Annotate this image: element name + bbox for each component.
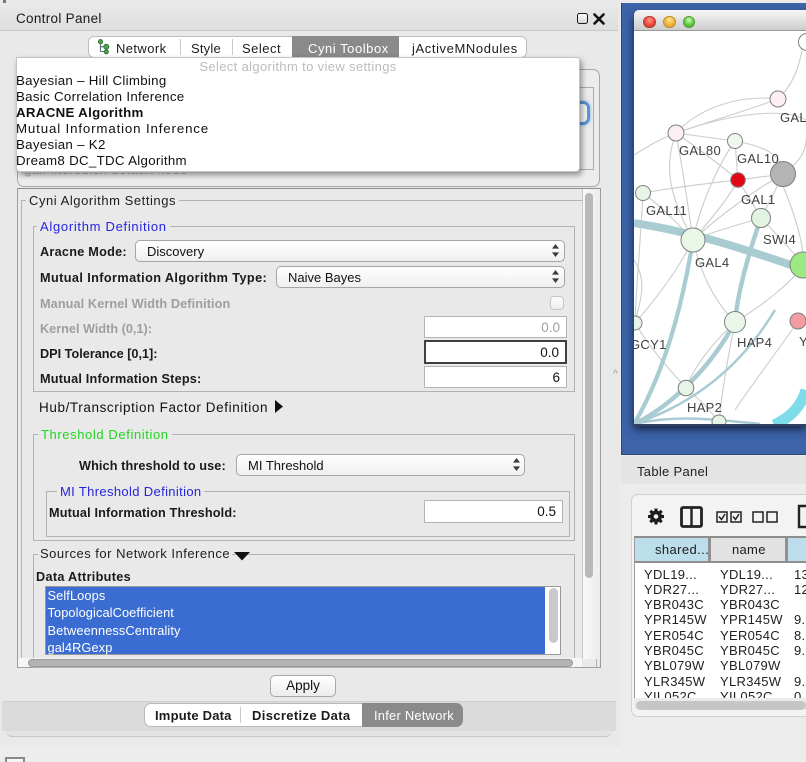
svg-text:GAL4: GAL4: [695, 255, 729, 270]
svg-text:SWI4: SWI4: [763, 232, 796, 247]
svg-text:GAL1: GAL1: [741, 192, 775, 207]
svg-text:Y: Y: [799, 334, 806, 349]
svg-text:GAL80: GAL80: [679, 143, 721, 158]
svg-text:GAL10: GAL10: [737, 151, 779, 166]
svg-text:GAL7: GAL7: [780, 110, 806, 125]
svg-text:GAL11: GAL11: [646, 203, 687, 218]
svg-text:HAP4: HAP4: [737, 335, 772, 350]
svg-text:GCY1: GCY1: [634, 337, 667, 352]
svg-text:HAP2: HAP2: [687, 400, 722, 415]
